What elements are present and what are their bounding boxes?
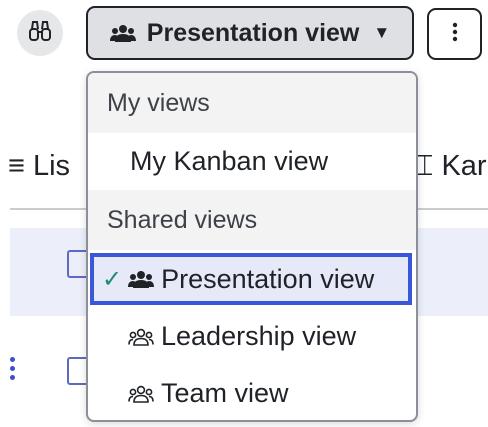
group-outline-icon [128,385,154,403]
menu-item-leadership-view[interactable]: Leadership view [88,308,416,365]
tab-list[interactable]: ≡ Lis [8,150,70,183]
menu-item-label: Leadership view [161,321,357,351]
shared-views-header: Shared views [88,190,416,250]
group-outline-icon [128,328,154,346]
menu-item-label: My Kanban view [130,146,329,176]
tab-divider [10,208,88,210]
menu-item-label: Presentation view [161,263,375,294]
more-options-button[interactable] [427,8,482,60]
my-views-header: My views [88,73,416,133]
binoculars-button[interactable] [17,10,63,56]
caret-down-icon: ▼ [373,23,391,42]
kebab-icon [452,22,458,47]
views-dropdown-menu: My views My Kanban view Shared views ✓ P… [86,71,418,422]
menu-item-presentation-view[interactable]: ✓ Presentation view [90,253,412,305]
group-filled-icon [109,24,136,42]
checkmark-icon: ✓ [102,265,123,293]
row-drag-handle-icon[interactable] [10,357,16,380]
menu-item-label: Team view [161,378,289,408]
view-selector-button[interactable]: Presentation view ▼ [86,6,414,60]
binoculars-icon [28,20,52,47]
tab-divider [416,208,488,210]
group-filled-icon [128,270,155,288]
menu-item-team-view[interactable]: Team view [88,365,416,420]
menu-item-my-kanban-view[interactable]: My Kanban view [88,133,416,190]
tab-kanban[interactable]: ⌶ Kar [416,150,487,183]
view-selector-label: Presentation view [146,18,360,47]
view-switcher-screen: ≡ Lis ⌶ Kar Presentation view ▼ My views… [0,0,488,427]
